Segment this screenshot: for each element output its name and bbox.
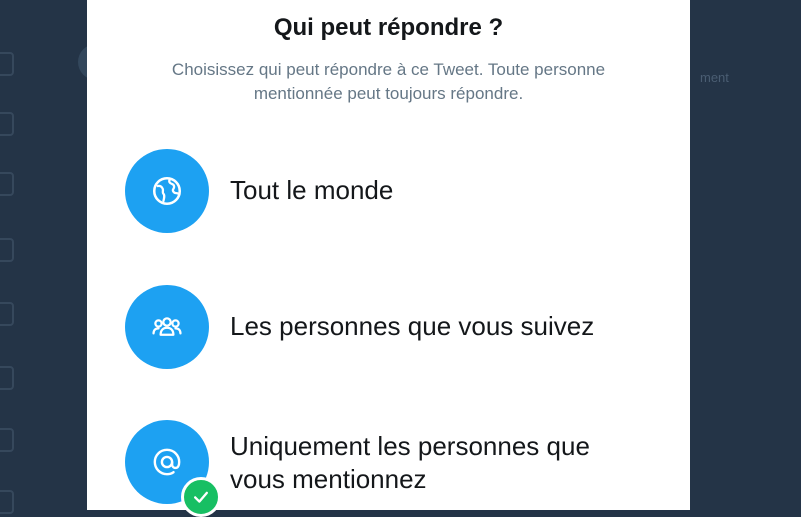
backdrop-right: ment xyxy=(690,0,801,510)
option-icon-circle xyxy=(125,149,209,233)
dimmed-mail-icon xyxy=(0,238,14,262)
selected-check-icon xyxy=(181,477,221,517)
option-label: Les personnes que vous suivez xyxy=(230,311,595,341)
people-icon xyxy=(152,317,182,336)
dimmed-bookmark-icon xyxy=(0,302,14,326)
checkmark-icon xyxy=(194,491,208,503)
dimmed-profile-icon xyxy=(0,428,14,452)
dimmed-list-icon xyxy=(0,366,14,390)
option-people-you-follow[interactable]: Les personnes que vous suivez xyxy=(125,285,665,375)
dimmed-home-icon xyxy=(0,52,14,76)
dialog-title: Qui peut répondre ? xyxy=(273,14,504,41)
dimmed-text: ment xyxy=(700,70,729,85)
option-label: Tout le monde xyxy=(230,175,394,205)
at-icon xyxy=(153,448,181,476)
globe-icon xyxy=(152,176,182,206)
dimmed-bell-icon xyxy=(0,172,14,196)
dimmed-more-icon xyxy=(0,490,14,514)
dimmed-hashtag-icon xyxy=(0,112,14,136)
dialog-subtitle: Choisissez qui peut répondre à ce Tweet.… xyxy=(171,60,606,103)
backdrop-left xyxy=(0,0,114,514)
option-icon-circle xyxy=(125,285,209,369)
option-label: Uniquement les personnes que vous mentio… xyxy=(230,431,590,494)
option-only-mentioned[interactable]: Uniquement les personnes que vous mentio… xyxy=(125,420,665,517)
option-everyone[interactable]: Tout le monde xyxy=(125,149,665,239)
reply-settings-dialog: Qui peut répondre ? Choisissez qui peut … xyxy=(87,0,690,517)
